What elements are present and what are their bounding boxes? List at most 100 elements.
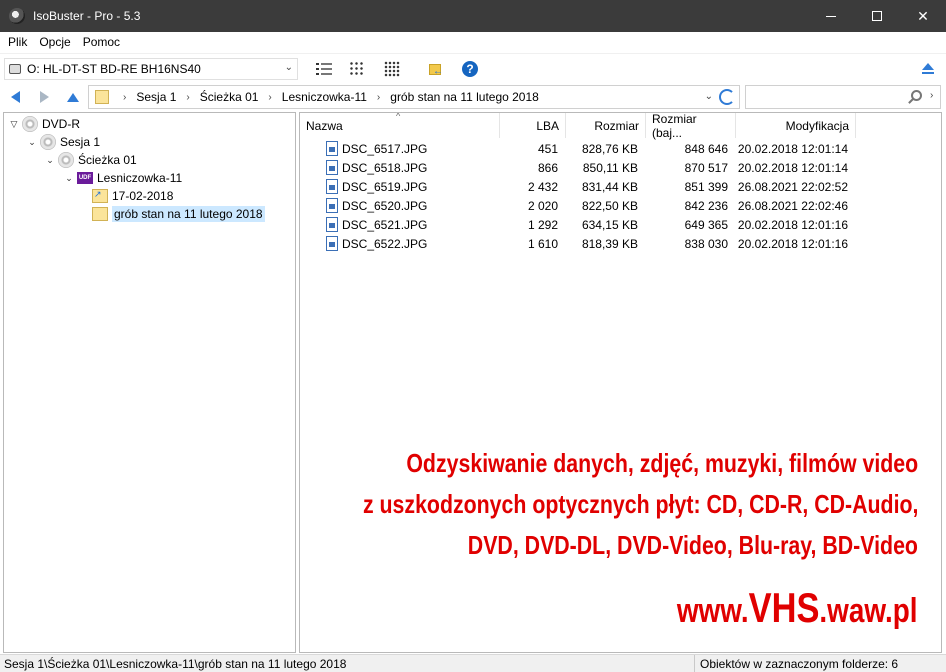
image-file-icon <box>326 198 338 213</box>
tree-item-track[interactable]: ⌄ Ścieżka 01 <box>44 151 137 169</box>
breadcrumb-item[interactable]: Sesja 1 <box>136 90 176 104</box>
drive-icon <box>9 64 21 74</box>
sort-ascending-icon: ^ <box>396 112 401 121</box>
tree-item-folder-17-02-2018[interactable]: 17-02-2018 <box>90 187 173 205</box>
breadcrumb-item[interactable]: Lesniczowka-11 <box>282 90 367 104</box>
icons-view-icon <box>384 61 400 77</box>
navigation-bar: › Sesja 1 › Ścieżka 01 › Lesniczowka-11 … <box>0 83 946 111</box>
menu-help[interactable]: Pomoc <box>77 35 126 49</box>
promo-website-brand: VHS <box>749 584 820 631</box>
forward-button[interactable] <box>37 90 51 104</box>
breadcrumb[interactable]: › Sesja 1 › Ścieżka 01 › Lesniczowka-11 … <box>88 85 740 109</box>
search-icon[interactable] <box>911 90 922 101</box>
breadcrumb-item[interactable]: grób stan na 11 lutego 2018 <box>390 90 539 104</box>
collapse-icon[interactable]: ⌄ <box>44 155 56 166</box>
tree-item-label: grób stan na 11 lutego 2018 <box>112 206 265 222</box>
minimize-button[interactable] <box>808 0 854 32</box>
list-view-icon-line <box>316 68 332 70</box>
view-icons-button[interactable] <box>384 61 400 77</box>
tree-pane[interactable]: ▽ DVD-R ⌄ Sesja 1 ⌄ Ścieżka 01 ⌄ UDF Les… <box>3 112 296 653</box>
eject-button[interactable] <box>922 63 934 75</box>
file-list-pane[interactable]: Nazwa ^ LBA Rozmiar Rozmiar (baj... Mody… <box>299 112 942 653</box>
menu-options[interactable]: Opcje <box>33 35 76 49</box>
image-file-icon <box>326 217 338 232</box>
maximize-button[interactable] <box>854 0 900 32</box>
folder-link-icon <box>92 189 108 203</box>
collapse-icon[interactable]: ⌄ <box>26 137 38 148</box>
file-size: 850,11 KB <box>582 161 638 175</box>
list-view-icon-line <box>316 73 332 75</box>
file-size: 822,50 KB <box>581 199 638 213</box>
column-header-label: Rozmiar <box>594 118 639 133</box>
tree-item-label: 17-02-2018 <box>112 189 174 203</box>
tree-item-session[interactable]: ⌄ Sesja 1 <box>26 133 100 151</box>
collapse-icon[interactable]: ▽ <box>8 119 20 130</box>
close-button[interactable]: ✕ <box>900 0 946 32</box>
file-modified: 20.02.2018 12:01:16 <box>737 237 848 251</box>
breadcrumb-separator-icon[interactable]: › <box>268 92 271 103</box>
table-row[interactable]: DSC_6522.JPG 1 610 818,39 KB 838 030 20.… <box>300 235 860 254</box>
eject-icon-base <box>922 72 934 74</box>
breadcrumb-separator-icon[interactable]: › <box>377 92 380 103</box>
promo-text-line-2: z uszkodzonych optycznych płyt: CD, CD-R… <box>362 489 918 519</box>
tree-item-udf-volume[interactable]: ⌄ UDF Lesniczowka-11 <box>63 169 182 187</box>
view-list-button[interactable] <box>316 61 332 77</box>
file-size: 818,39 KB <box>581 237 638 251</box>
view-details-button[interactable] <box>349 61 365 77</box>
chevron-right-icon[interactable]: › <box>930 90 933 101</box>
file-modified: 20.02.2018 12:01:16 <box>737 218 848 232</box>
column-header-name[interactable]: Nazwa ^ <box>300 113 500 138</box>
promo-text-line-3: DVD, DVD-DL, DVD-Video, Blu-ray, BD-Vide… <box>467 530 918 560</box>
table-row[interactable]: DSC_6518.JPG 866 850,11 KB 870 517 20.02… <box>300 159 860 178</box>
breadcrumb-separator-icon[interactable]: › <box>123 92 126 103</box>
file-lba: 2 020 <box>527 199 558 213</box>
chevron-down-icon[interactable]: ⌄ <box>705 91 713 102</box>
column-header-label: Nazwa <box>306 118 343 133</box>
help-button[interactable]: ? <box>462 61 478 77</box>
eject-icon <box>922 63 934 70</box>
breadcrumb-item[interactable]: Ścieżka 01 <box>200 90 259 104</box>
chevron-down-icon: ⌄ <box>284 62 293 73</box>
table-row[interactable]: DSC_6521.JPG 1 292 634,15 KB 649 365 20.… <box>300 216 860 235</box>
file-modified: 20.02.2018 12:01:14 <box>737 142 848 156</box>
status-object-count: Obiektów w zaznaczonym folderze: 6 <box>700 657 899 671</box>
tree-item-folder-grob[interactable]: grób stan na 11 lutego 2018 <box>90 205 265 223</box>
file-size: 634,15 KB <box>581 218 638 232</box>
file-name: DSC_6518.JPG <box>342 161 428 175</box>
refresh-icon[interactable] <box>719 89 735 105</box>
column-header-size[interactable]: Rozmiar <box>566 113 646 138</box>
column-header-label: LBA <box>536 118 559 133</box>
image-file-icon <box>326 141 338 156</box>
column-header-size-bytes[interactable]: Rozmiar (baj... <box>646 113 736 140</box>
disc-icon <box>40 134 56 150</box>
extract-folder-button[interactable]: ← <box>427 61 443 77</box>
search-input[interactable] <box>750 87 900 107</box>
file-size-bytes: 838 030 <box>684 237 728 251</box>
table-row[interactable]: DSC_6519.JPG 2 432 831,44 KB 851 399 26.… <box>300 178 860 197</box>
isobuster-app-icon[interactable] <box>9 8 25 24</box>
column-header-modified[interactable]: Modyfikacja <box>736 113 856 138</box>
column-header-label: Modyfikacja <box>785 118 849 133</box>
up-arrow-icon <box>67 92 79 102</box>
file-name: DSC_6520.JPG <box>342 199 428 213</box>
image-file-icon <box>326 179 338 194</box>
tree-item-label: Ścieżka 01 <box>78 153 137 167</box>
collapse-icon[interactable]: ⌄ <box>63 173 75 184</box>
drive-select[interactable]: O: HL-DT-ST BD-RE BH16NS40 ⌄ <box>4 58 298 80</box>
menu-file[interactable]: Plik <box>2 35 33 49</box>
tree-item-label: DVD-R <box>42 117 80 131</box>
tree-item-dvd-r[interactable]: ▽ DVD-R <box>8 115 80 133</box>
disc-icon <box>58 152 74 168</box>
drive-select-value: O: HL-DT-ST BD-RE BH16NS40 <box>27 62 201 76</box>
table-row[interactable]: DSC_6520.JPG 2 020 822,50 KB 842 236 26.… <box>300 197 860 216</box>
promo-website-suffix: .waw.pl <box>819 592 918 630</box>
up-button[interactable] <box>66 90 80 104</box>
tree-item-label: Lesniczowka-11 <box>97 171 183 185</box>
file-lba: 451 <box>537 142 558 156</box>
back-button[interactable] <box>8 90 22 104</box>
table-row[interactable]: DSC_6517.JPG 451 828,76 KB 848 646 20.02… <box>300 140 860 159</box>
breadcrumb-separator-icon[interactable]: › <box>186 92 189 103</box>
column-header-lba[interactable]: LBA <box>500 113 566 138</box>
file-lba: 1 610 <box>527 237 558 251</box>
file-name: DSC_6517.JPG <box>342 142 428 156</box>
